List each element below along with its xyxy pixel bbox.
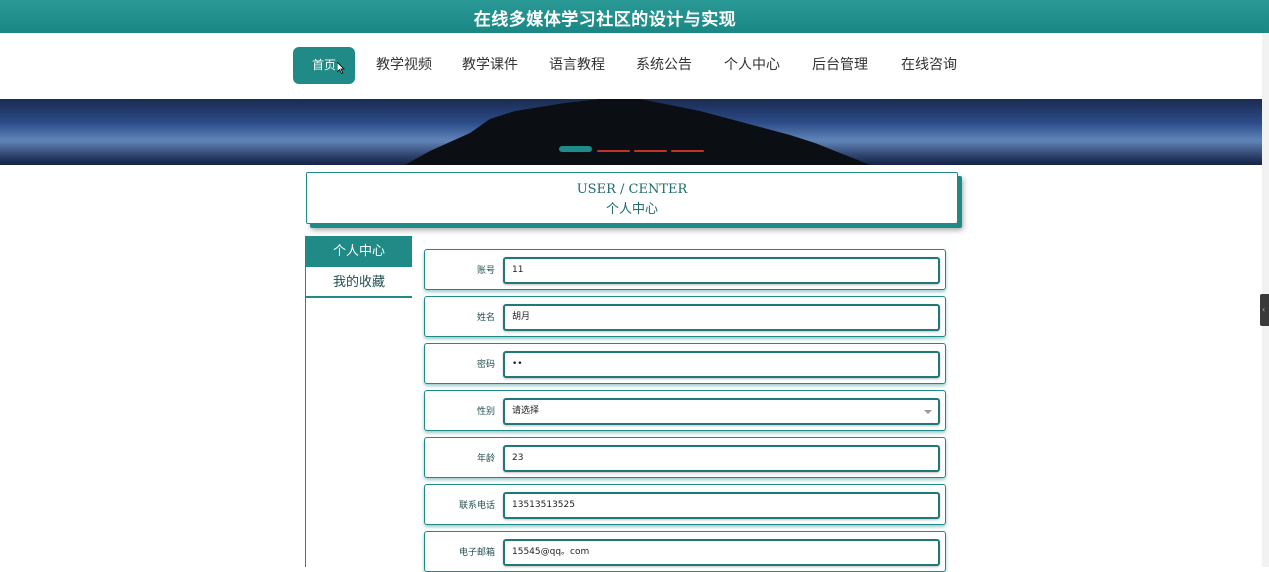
carousel-dot-2[interactable] <box>597 150 630 152</box>
section-title-zh: 个人中心 <box>605 202 658 217</box>
form-row-password: 密码 •• <box>424 343 946 384</box>
email-input[interactable]: 15545@qq。com <box>503 539 940 566</box>
nav-home[interactable]: 首页 <box>293 47 355 84</box>
nav-teaching-courseware[interactable]: 教学课件 <box>454 47 526 84</box>
form-row-name: 姓名 胡月 <box>424 296 946 337</box>
nav-home-label: 首页 <box>311 58 336 72</box>
banner-island-image <box>405 99 870 165</box>
mouse-cursor-icon <box>337 62 345 74</box>
age-label: 年龄 <box>476 454 495 464</box>
form-row-email: 电子邮箱 15545@qq。com <box>424 531 946 572</box>
form-row-gender: 性别 请选择 <box>424 390 946 431</box>
nav-admin[interactable]: 后台管理 <box>804 47 876 84</box>
chevron-left-icon: ‹ <box>1262 305 1266 314</box>
nav-online-consult[interactable]: 在线咨询 <box>893 47 965 84</box>
name-input[interactable]: 胡月 <box>503 304 940 331</box>
left-menu: 个人中心 我的收藏 <box>305 236 412 567</box>
top-title-bar: 在线多媒体学习社区的设计与实现 <box>0 0 1269 33</box>
nav-personal-center[interactable]: 个人中心 <box>716 47 788 84</box>
phone-input[interactable]: 13513513525 <box>503 492 940 519</box>
section-header: USER / CENTER 个人中心 <box>306 172 958 224</box>
account-input[interactable]: 11 <box>503 257 940 284</box>
section-title-en: USER / CENTER <box>576 182 688 197</box>
account-label: 账号 <box>476 266 495 276</box>
menu-item-my-favorites[interactable]: 我的收藏 <box>306 267 412 298</box>
form-row-age: 年龄 23 <box>424 437 946 478</box>
carousel-dot-3[interactable] <box>634 150 667 152</box>
password-label: 密码 <box>476 360 495 370</box>
form-row-account: 账号 11 <box>424 249 946 290</box>
chevron-down-icon <box>924 410 932 414</box>
password-input[interactable]: •• <box>503 351 940 378</box>
main-nav: 首页 教学视频 教学课件 语言教程 系统公告 个人中心 后台管理 在线咨询 <box>0 33 1262 99</box>
name-label: 姓名 <box>476 313 495 323</box>
phone-label: 联系电话 <box>458 501 495 511</box>
nav-system-announcement[interactable]: 系统公告 <box>628 47 700 84</box>
email-label: 电子邮箱 <box>458 548 495 558</box>
age-input[interactable]: 23 <box>503 445 940 472</box>
nav-teaching-video[interactable]: 教学视频 <box>368 47 440 84</box>
form-row-phone: 联系电话 13513513525 <box>424 484 946 525</box>
carousel-dot-1[interactable] <box>559 146 592 152</box>
menu-item-personal-center[interactable]: 个人中心 <box>306 236 412 267</box>
side-float-tab[interactable]: ‹ <box>1260 294 1269 326</box>
gender-select[interactable]: 请选择 <box>503 398 940 425</box>
nav-language-tutorial[interactable]: 语言教程 <box>541 47 613 84</box>
gender-label: 性别 <box>476 407 495 417</box>
gender-select-value: 请选择 <box>512 406 540 416</box>
banner-carousel <box>0 99 1262 165</box>
carousel-dot-4[interactable] <box>671 150 704 152</box>
site-title: 在线多媒体学习社区的设计与实现 <box>473 10 737 30</box>
